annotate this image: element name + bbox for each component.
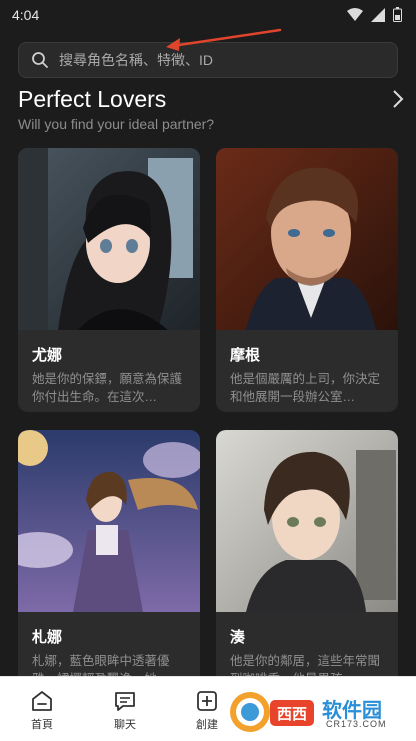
character-card[interactable]: 湊 他是你的鄰居，這些年常聞到咖啡香，他是男孩，… (216, 430, 398, 694)
watermark: 西西 软件园 CR173.COM (226, 688, 412, 736)
search-icon (31, 51, 49, 69)
character-portrait (216, 430, 398, 612)
nav-home[interactable]: 首頁 (12, 689, 72, 732)
nav-label: 首頁 (31, 719, 53, 731)
character-description: 他是個嚴厲的上司，你決定和他展開一段辦公室… (230, 372, 381, 404)
nav-chat[interactable]: 聊天 (95, 689, 155, 732)
character-portrait (216, 148, 398, 330)
nav-label: 聊天 (114, 719, 136, 731)
character-card[interactable]: 摩根 他是個嚴厲的上司，你決定和他展開一段辦公室… (216, 148, 398, 412)
character-card[interactable]: 札娜 札娜，藍色眼眸中透著優雅，裙擺輕盈飄逸，她… (18, 430, 200, 694)
annotation-arrow-icon (166, 28, 282, 51)
home-icon (32, 691, 52, 711)
character-portrait (18, 148, 200, 330)
battery-icon (393, 7, 402, 22)
chevron-right-icon[interactable] (390, 88, 406, 110)
character-name: 摩根 (230, 347, 261, 364)
svg-text:西西: 西西 (277, 705, 307, 723)
status-icons (347, 7, 402, 22)
section-subtitle: Will you find your ideal partner? (18, 116, 215, 132)
section-title: Perfect Lovers (18, 86, 167, 112)
character-name: 湊 (230, 629, 246, 646)
wifi-icon (347, 7, 363, 21)
character-card[interactable]: 尤娜 她是你的保鏢，願意為保護你付出生命。在這次… (18, 148, 200, 412)
watermark-subtext: CR173.COM (326, 719, 387, 729)
character-portrait (18, 430, 200, 612)
character-description: 她是你的保鏢，願意為保護你付出生命。在這次… (32, 372, 183, 404)
chat-icon (115, 692, 135, 711)
status-time: 4:04 (12, 7, 40, 23)
character-name: 札娜 (32, 629, 63, 646)
create-icon (197, 691, 217, 711)
character-name: 尤娜 (32, 347, 63, 364)
signal-icon (371, 7, 385, 22)
